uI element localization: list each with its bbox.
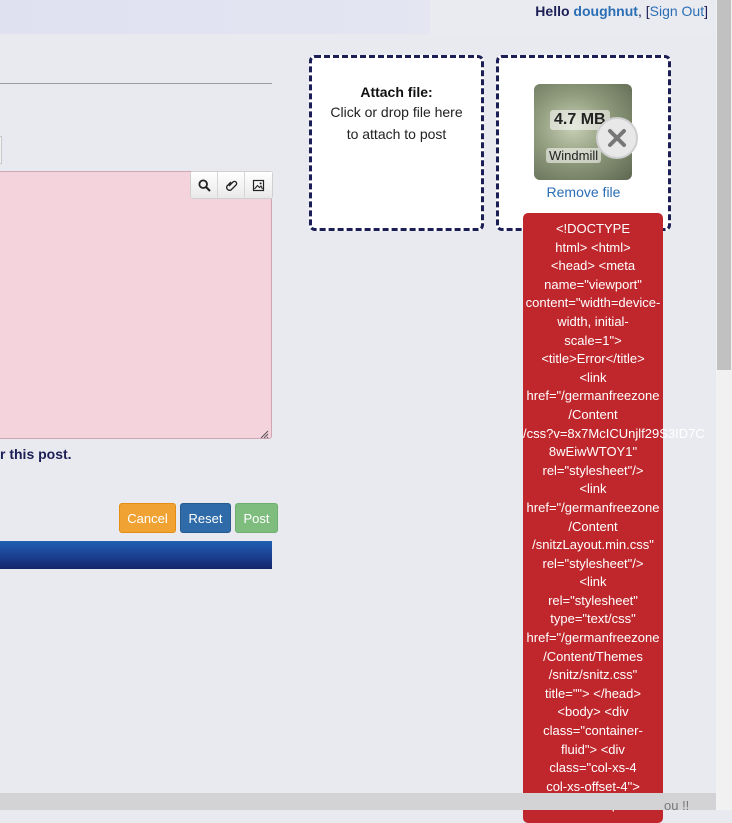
footer-bar xyxy=(0,541,272,569)
message-editor[interactable] xyxy=(0,171,272,439)
user-greeting: Hello doughnut, [Sign Out] xyxy=(535,3,708,19)
error-tooltip: <!DOCTYPE html> <html> <head> <meta name… xyxy=(523,213,705,823)
attach-title: Attach file: xyxy=(360,84,433,100)
cancel-button[interactable]: Cancel xyxy=(119,503,176,533)
attached-file-preview: 4.7 MB Windmill Remove file xyxy=(496,55,671,231)
post-note-text: r this post. xyxy=(0,446,72,462)
attach-hint-line-1: Click or drop file here xyxy=(330,104,463,120)
page-bottom-band xyxy=(0,793,716,810)
remove-file-link[interactable]: Remove file xyxy=(499,184,668,200)
image-icon[interactable] xyxy=(245,172,272,198)
footer-fragment: ou !! xyxy=(664,798,690,813)
sign-out-link[interactable]: Sign Out xyxy=(650,3,704,19)
resize-grip-icon[interactable] xyxy=(259,426,269,439)
greeting-comma: , xyxy=(637,3,642,19)
remove-file-icon[interactable] xyxy=(596,117,638,159)
section-divider xyxy=(0,83,272,84)
editor-toolbar xyxy=(190,171,273,199)
attach-file-dropzone[interactable]: Attach file: Click or drop file here to … xyxy=(309,55,484,231)
file-name: Windmill xyxy=(546,148,602,163)
search-icon[interactable] xyxy=(191,172,218,198)
greeting-prefix: Hello xyxy=(535,3,570,19)
error-tooltip-text: <!DOCTYPE html> <html> <head> <meta name… xyxy=(523,221,705,812)
post-button[interactable]: Post xyxy=(235,503,278,533)
paperclip-icon[interactable] xyxy=(218,172,245,198)
attach-hint-line-2: to attach to post xyxy=(346,126,447,142)
reset-button[interactable]: Reset xyxy=(180,503,231,533)
bracket-close: ] xyxy=(704,3,708,19)
scrollbar-thumb[interactable] xyxy=(717,0,731,370)
username-link[interactable]: doughnut xyxy=(573,3,638,19)
editor-tab-stub[interactable] xyxy=(0,136,2,164)
